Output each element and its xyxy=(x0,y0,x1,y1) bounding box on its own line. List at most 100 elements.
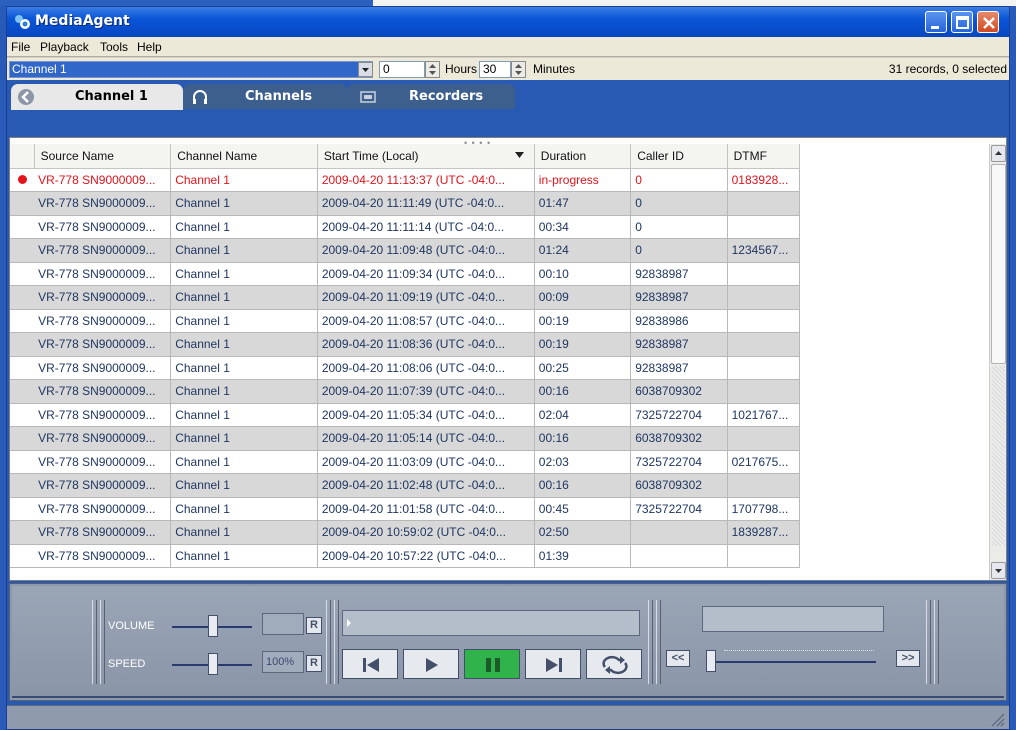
cell-duration: 00:16 xyxy=(534,473,632,498)
channel-select[interactable]: Channel 1 xyxy=(9,61,373,78)
menu-tools[interactable]: Tools xyxy=(100,40,128,54)
previous-button[interactable] xyxy=(342,649,398,679)
cell-source-name: VR-778 SN9000009... xyxy=(34,450,172,474)
cell-channel-name: Channel 1 xyxy=(170,379,318,404)
hours-input[interactable]: 0 xyxy=(379,61,425,78)
cell-caller-id: 92838987 xyxy=(630,285,728,310)
cell-channel-name: Channel 1 xyxy=(170,426,318,451)
play-button[interactable] xyxy=(403,649,459,679)
speed-label: SPEED xyxy=(108,658,146,670)
scroll-up-button[interactable] xyxy=(991,145,1006,162)
table-row[interactable]: VR-778 SN9000009... Channel 1 2009-04-20 1… xyxy=(10,168,801,192)
divider xyxy=(100,600,105,684)
recording-indicator xyxy=(10,262,35,286)
column-header-duration[interactable]: Duration xyxy=(534,144,632,169)
cell-dtmf xyxy=(727,191,801,216)
table-row[interactable]: VR-778 SN9000009... Channel 1 2009-04-20 1… xyxy=(10,285,801,310)
cell-dtmf xyxy=(727,544,801,568)
recording-indicator xyxy=(10,238,35,263)
recording-indicator xyxy=(10,497,35,521)
cell-caller-id: 0 xyxy=(630,168,728,192)
speed-reset-button[interactable]: R xyxy=(306,655,322,672)
cell-duration: 00:19 xyxy=(534,309,632,333)
column-header-caller-id[interactable]: Caller ID xyxy=(630,144,728,169)
cell-source-name: VR-778 SN9000009... xyxy=(34,238,172,263)
vertical-scrollbar[interactable] xyxy=(989,144,1006,580)
table-row[interactable]: VR-778 SN9000009... Channel 1 2009-04-20 1… xyxy=(10,403,801,427)
cell-source-name: VR-778 SN9000009... xyxy=(34,332,172,357)
divider xyxy=(656,600,661,684)
table-row[interactable]: VR-778 SN9000009... Channel 1 2009-04-20 1… xyxy=(10,544,801,568)
pause-button[interactable] xyxy=(464,649,520,679)
volume-label: VOLUME xyxy=(108,620,155,632)
column-header-channel[interactable]: Channel Name xyxy=(170,144,318,169)
volume-reset-button[interactable]: R xyxy=(306,617,322,634)
cell-channel-name: Channel 1 xyxy=(170,191,318,216)
column-header-dtmf[interactable]: DTMF xyxy=(727,144,801,169)
table-row[interactable]: VR-778 SN9000009... Channel 1 2009-04-20 1… xyxy=(10,191,801,216)
title-bar[interactable]: MediaAgent xyxy=(7,7,1009,37)
repeat-button[interactable] xyxy=(586,649,642,679)
tab-channel-1[interactable]: Channel 1 xyxy=(11,84,183,110)
table-row[interactable]: VR-778 SN9000009... Channel 1 2009-04-20 1… xyxy=(10,520,801,545)
scroll-thumb[interactable] xyxy=(991,164,1006,364)
cell-channel-name: Channel 1 xyxy=(170,450,318,474)
close-button[interactable] xyxy=(977,11,999,33)
recording-indicator xyxy=(10,215,35,239)
table-row[interactable]: VR-778 SN9000009... Channel 1 2009-04-20 1… xyxy=(10,473,801,498)
resize-grip-icon[interactable] xyxy=(989,711,1005,727)
table-row[interactable]: VR-778 SN9000009... Channel 1 2009-04-20 1… xyxy=(10,215,801,239)
recording-indicator xyxy=(10,379,35,404)
hours-spinner[interactable] xyxy=(425,61,440,78)
recording-indicator xyxy=(10,168,35,192)
scroll-down-button[interactable] xyxy=(991,562,1006,579)
table-row[interactable]: VR-778 SN9000009... Channel 1 2009-04-20 1… xyxy=(10,262,801,286)
table-row[interactable]: VR-778 SN9000009... Channel 1 2009-04-20 1… xyxy=(10,309,801,333)
recording-dot-icon xyxy=(17,174,27,184)
scroll-track[interactable] xyxy=(992,366,1005,546)
cell-start-time: 2009-04-20 11:07:39 (UTC -04:0... xyxy=(317,379,535,404)
cell-source-name: VR-778 SN9000009... xyxy=(34,473,172,498)
cell-start-time: 2009-04-20 11:09:34 (UTC -04:0... xyxy=(317,262,535,286)
cell-start-time: 2009-04-20 11:13:37 (UTC -04:0... xyxy=(317,168,535,192)
next-button[interactable] xyxy=(525,649,581,679)
channel-select-dropdown[interactable] xyxy=(358,62,373,77)
cell-channel-name: Channel 1 xyxy=(170,238,318,263)
recording-indicator xyxy=(10,520,35,545)
column-header-source[interactable]: Source Name xyxy=(34,144,172,169)
column-header-start-time[interactable]: Start Time (Local) xyxy=(317,144,535,169)
table-row[interactable]: VR-778 SN9000009... Channel 1 2009-04-20 1… xyxy=(10,450,801,474)
tab-channels[interactable]: Channels xyxy=(183,84,347,109)
menu-file[interactable]: File xyxy=(11,40,30,54)
table-row[interactable]: VR-778 SN9000009... Channel 1 2009-04-20 1… xyxy=(10,379,801,404)
fast-forward-button[interactable]: >> xyxy=(896,650,920,667)
menu-playback[interactable]: Playback xyxy=(40,40,89,54)
cell-channel-name: Channel 1 xyxy=(170,285,318,310)
cell-dtmf xyxy=(727,332,801,357)
seek-slider-thumb[interactable] xyxy=(706,650,716,672)
rewind-button[interactable]: << xyxy=(666,650,690,667)
seek-slider-track[interactable] xyxy=(706,661,876,663)
position-track[interactable] xyxy=(342,610,640,636)
minimize-button[interactable] xyxy=(925,11,947,33)
recording-indicator xyxy=(10,473,35,498)
table-row[interactable]: VR-778 SN9000009... Channel 1 2009-04-20 1… xyxy=(10,332,801,357)
cell-dtmf xyxy=(727,262,801,286)
minutes-input[interactable]: 30 xyxy=(479,61,511,78)
table-row[interactable]: VR-778 SN9000009... Channel 1 2009-04-20 1… xyxy=(10,497,801,521)
maximize-button[interactable] xyxy=(951,11,973,33)
speed-slider-thumb[interactable] xyxy=(208,653,218,675)
cell-duration: 00:16 xyxy=(534,426,632,451)
tab-recorders[interactable]: Recorders xyxy=(347,84,515,109)
minutes-spinner[interactable] xyxy=(511,61,526,78)
recording-indicator xyxy=(10,285,35,310)
cell-start-time: 2009-04-20 11:03:09 (UTC -04:0... xyxy=(317,450,535,474)
menu-help[interactable]: Help xyxy=(137,40,162,54)
cell-caller-id: 6038709302 xyxy=(630,426,728,451)
chevron-down-icon xyxy=(362,68,369,72)
table-row[interactable]: VR-778 SN9000009... Channel 1 2009-04-20 1… xyxy=(10,426,801,451)
cell-start-time: 2009-04-20 11:08:06 (UTC -04:0... xyxy=(317,356,535,380)
volume-slider-thumb[interactable] xyxy=(208,615,218,637)
table-row[interactable]: VR-778 SN9000009... Channel 1 2009-04-20 1… xyxy=(10,238,801,263)
table-row[interactable]: VR-778 SN9000009... Channel 1 2009-04-20 1… xyxy=(10,356,801,380)
